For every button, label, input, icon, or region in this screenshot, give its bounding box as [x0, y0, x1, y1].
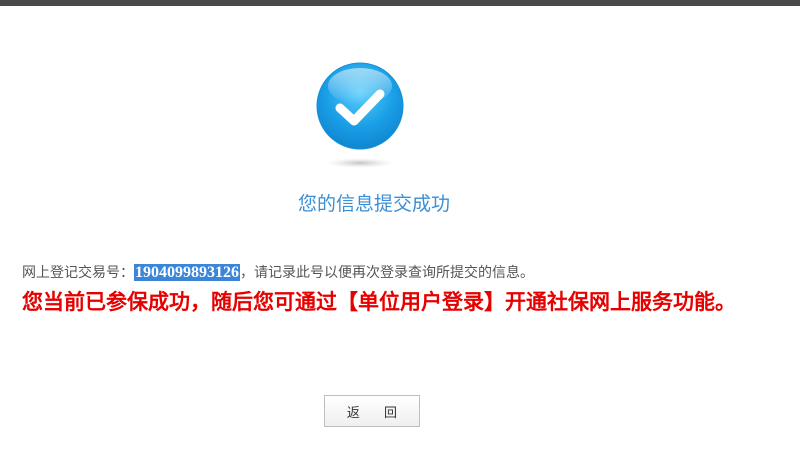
- success-title: 您的信息提交成功: [297, 193, 450, 215]
- top-bar: [0, 0, 800, 6]
- transaction-line: 网上登记交易号：1904099893126，请记录此号以便再次登录查询所提交的信…: [22, 263, 534, 283]
- transaction-prefix: 网上登记交易号：: [22, 265, 134, 281]
- transaction-suffix: ，请记录此号以便再次登录查询所提交的信息。: [240, 265, 534, 281]
- transaction-number: 1904099893126: [134, 264, 240, 281]
- enrollment-notice: 您当前已参保成功，随后您可通过【单位用户登录】开通社保网上服务功能。: [22, 289, 736, 314]
- check-circle-icon: [316, 62, 404, 170]
- back-button[interactable]: 返 回: [324, 395, 420, 427]
